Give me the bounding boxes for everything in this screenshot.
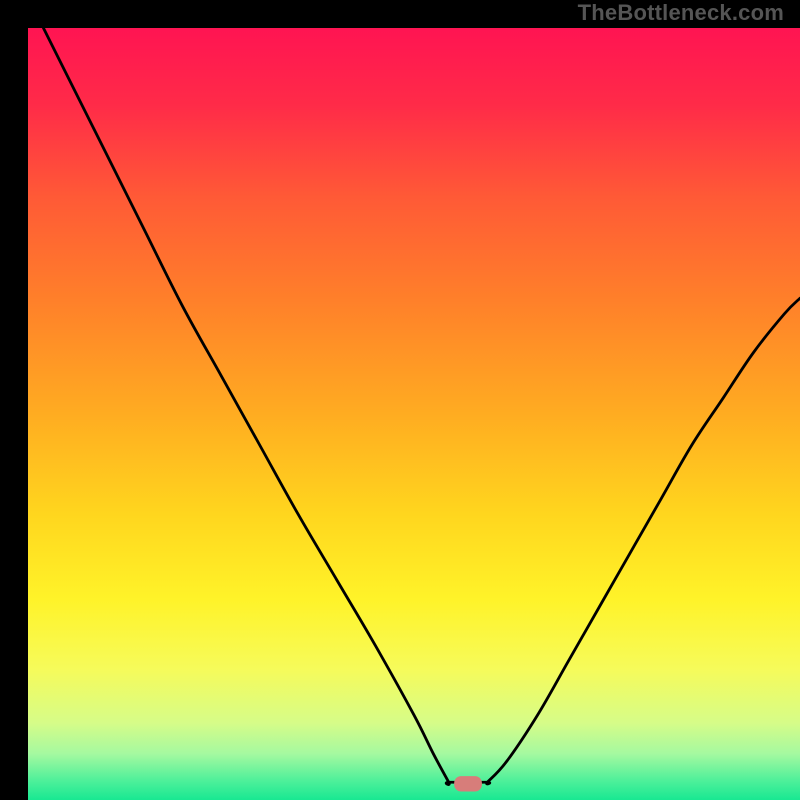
bottleneck-chart bbox=[28, 28, 800, 800]
watermark-text: TheBottleneck.com bbox=[578, 0, 784, 26]
bottleneck-marker bbox=[454, 776, 482, 791]
chart-frame bbox=[14, 14, 786, 786]
gradient-background bbox=[28, 28, 800, 800]
